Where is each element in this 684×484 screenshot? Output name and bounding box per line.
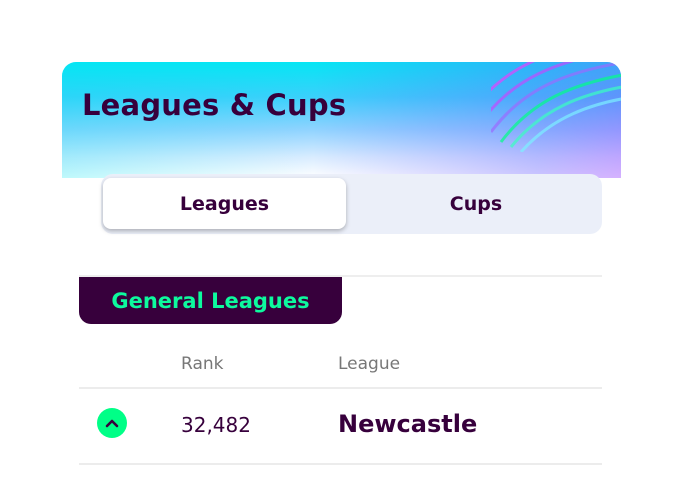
header-decoration — [491, 62, 621, 152]
tab-leagues[interactable]: Leagues — [103, 178, 346, 229]
chevron-up-icon[interactable] — [97, 408, 127, 438]
column-header-league: League — [338, 354, 401, 374]
leagues-cups-card: Leagues & Cups Leagues Cups General Leag… — [62, 62, 621, 484]
rank-value: 32,482 — [181, 413, 251, 437]
league-name-link[interactable]: Newcastle — [338, 410, 477, 438]
card-header: Leagues & Cups — [62, 62, 621, 178]
tab-cups[interactable]: Cups — [352, 178, 600, 229]
chevron-up-glyph — [105, 419, 119, 428]
table-row-divider — [79, 387, 602, 389]
page-title: Leagues & Cups — [82, 88, 347, 122]
table-row-divider — [79, 463, 602, 465]
column-header-rank: Rank — [181, 354, 224, 374]
section-heading-general-leagues: General Leagues — [79, 277, 342, 324]
league-type-tabs: Leagues Cups — [101, 174, 602, 234]
